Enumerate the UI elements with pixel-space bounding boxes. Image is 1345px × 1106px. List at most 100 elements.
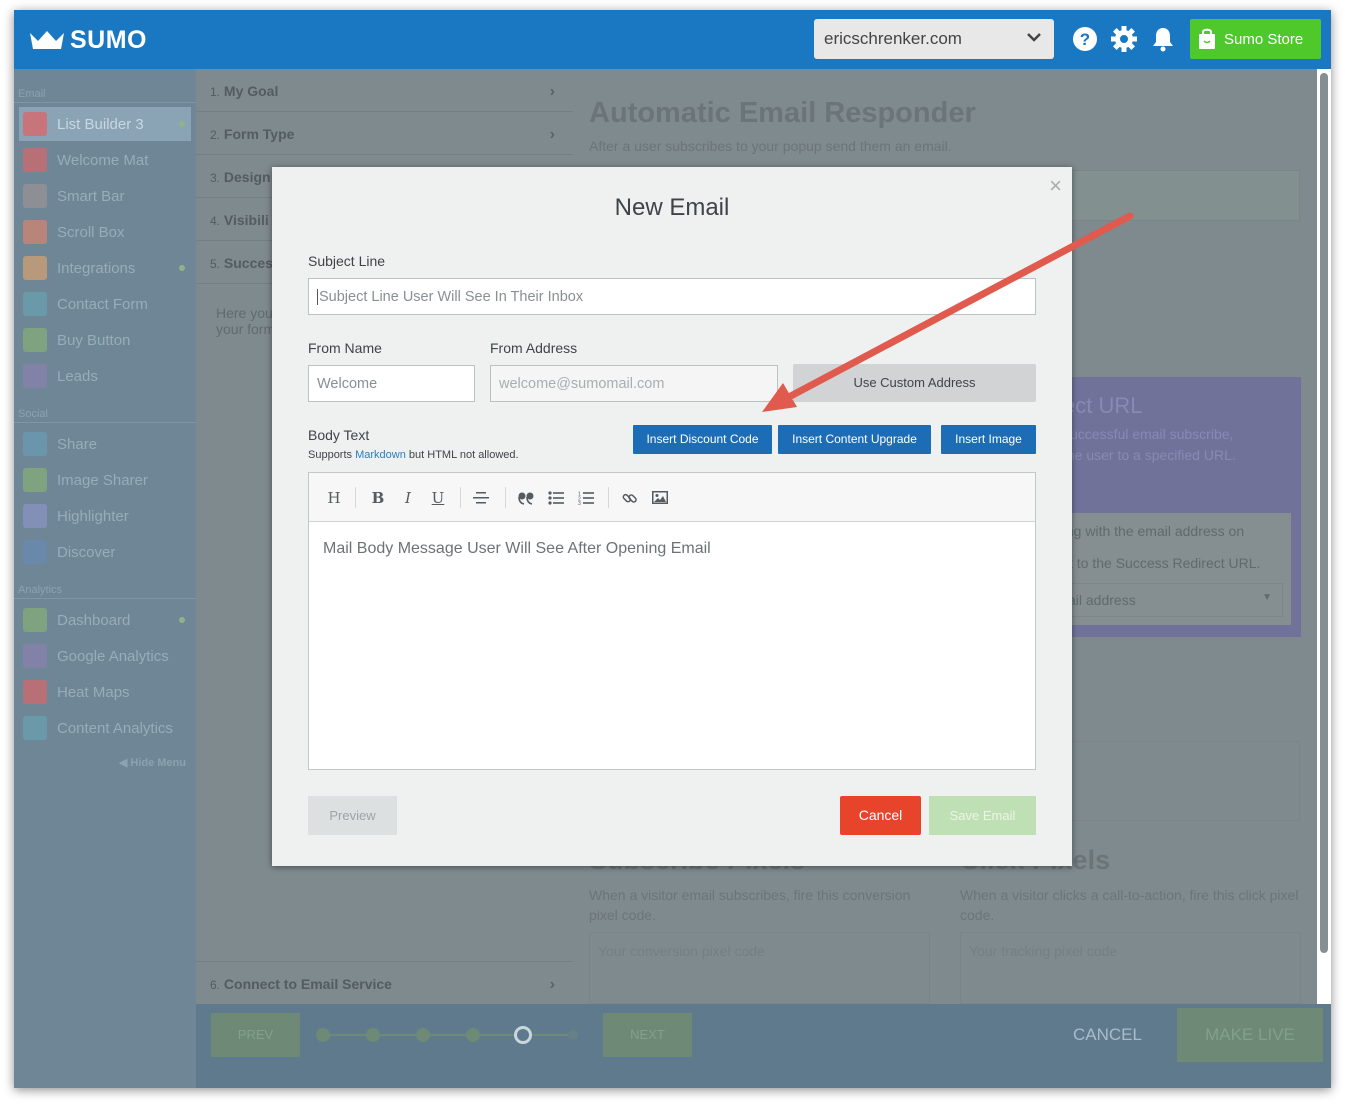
sidebar-item-smart-bar[interactable]: Smart Bar [19,179,191,213]
progress-step-current [514,1026,532,1044]
step-form-type[interactable]: 2. Form Type › [196,112,573,155]
sidebar-item-label: Content Analytics [57,719,173,737]
insert-content-upgrade-button[interactable]: Insert Content Upgrade [778,425,931,454]
sidebar-item-content-analytics[interactable]: Content Analytics [19,711,191,745]
conversion-pixel-input[interactable]: Your conversion pixel code [589,932,930,1004]
strikethrough-icon[interactable] [473,491,489,505]
step-number: 3. [210,171,221,185]
chevron-right-icon: › [549,126,555,143]
body-editor[interactable]: H B I U 123 Mail Body Message User Will … [308,472,1036,770]
hide-menu-link[interactable]: ◀ Hide Menu [119,756,186,769]
redirect-param-select[interactable]: ail address ▼ [1057,583,1283,617]
insert-discount-code-button[interactable]: Insert Discount Code [633,425,772,454]
subscribe-pixels-desc: When a visitor email subscribes, fire th… [589,887,911,923]
sidebar-item-label: Dashboard [57,611,131,629]
step-number: 5. [210,257,221,271]
prev-button[interactable]: PREV [211,1013,300,1057]
divider [14,598,196,599]
sidebar-item-welcome-mat[interactable]: Welcome Mat [19,143,191,177]
sumo-store-button[interactable]: Sumo Store [1190,19,1321,59]
sidebar-item-leads[interactable]: Leads [19,359,191,393]
from-name-input[interactable]: Welcome [308,365,475,402]
click-pixels-desc: When a visitor clicks a call-to-action, … [960,887,1299,923]
insert-image-button[interactable]: Insert Image [941,425,1036,454]
help-icon[interactable]: ? [1071,24,1099,54]
divider [460,487,461,508]
sidebar-item-label: List Builder 3 [57,115,144,133]
markdown-link[interactable]: Markdown [355,449,406,461]
leads-icon [23,364,47,388]
sidebar-item-buy-button[interactable]: Buy Button [19,323,191,357]
redirect-option-text: ning with the email address on [1055,523,1245,539]
sidebar-item-image-sharer[interactable]: Image Sharer [19,463,191,497]
next-button[interactable]: NEXT [603,1013,692,1057]
sumo-logo[interactable]: SUMO [28,24,147,56]
quote-icon[interactable] [518,491,534,505]
hide-menu-label: Hide Menu [130,757,186,769]
page-title: Automatic Email Responder [589,97,976,129]
store-label: Sumo Store [1224,30,1304,48]
step-number: 4. [210,214,221,228]
progress-step [568,1030,578,1040]
sidebar-item-scroll-box[interactable]: Scroll Box [19,215,191,249]
progress-track [322,1034,572,1036]
sidebar-item-label: Leads [57,367,98,385]
tracking-pixel-input[interactable]: Your tracking pixel code [960,932,1301,1004]
sidebar-item-share[interactable]: Share [19,427,191,461]
use-custom-address-button[interactable]: Use Custom Address [793,364,1036,402]
sidebar-item-heat-maps[interactable]: Heat Maps [19,675,191,709]
scroll-box-icon [23,220,47,244]
step-my-goal[interactable]: 1. My Goal › [196,69,573,112]
underline-button[interactable]: U [428,489,448,507]
sidebar-item-google-analytics[interactable]: Google Analytics [19,639,191,673]
italic-button[interactable]: I [398,489,418,507]
step-number: 6. [210,978,221,992]
sidebar-item-integrations[interactable]: Integrations [19,251,191,285]
redirect-title: ect URL [1063,393,1143,418]
subject-input[interactable]: Subject Line User Will See In Their Inbo… [308,278,1036,315]
sidebar-item-label: Discover [57,543,116,561]
image-icon[interactable] [652,491,668,504]
sidebar-item-label: Contact Form [57,295,148,313]
discover-icon [23,540,47,564]
bold-button[interactable]: B [368,489,388,507]
sidebar-item-label: Buy Button [57,331,131,349]
divider [505,487,506,508]
crown-icon [30,31,64,49]
gear-icon[interactable] [1110,24,1138,54]
link-icon[interactable] [622,491,637,506]
bullet-list-icon[interactable] [548,491,564,505]
from-address-input[interactable]: welcome@sumomail.com [490,365,778,402]
sidebar-item-dashboard[interactable]: Dashboard [19,603,191,637]
step-number: 2. [210,128,221,142]
make-live-button[interactable]: MAKE LIVE [1177,1008,1323,1062]
bottom-cancel-button[interactable]: CANCEL [1073,1025,1142,1045]
google-analytics-icon [23,644,47,668]
bell-icon[interactable] [1149,24,1177,54]
svg-text:?: ? [1080,30,1090,49]
cancel-button[interactable]: Cancel [840,796,921,835]
numbered-list-icon[interactable]: 123 [578,491,594,505]
status-dot [179,265,185,271]
sidebar-item-label: Scroll Box [57,223,125,241]
sidebar-item-list-builder[interactable]: List Builder 3 [19,107,191,141]
sidebar-section-label: Social [18,408,48,420]
sidebar-item-label: Google Analytics [57,647,169,665]
sidebar-item-discover[interactable]: Discover [19,535,191,569]
sidebar-item-contact-form[interactable]: Contact Form [19,287,191,321]
save-email-button[interactable]: Save Email [929,796,1036,835]
preview-button[interactable]: Preview [308,796,397,835]
step-number: 1. [210,85,221,99]
redirect-text: successful email subscribe, [1063,426,1234,442]
sidebar-section-label: Email [18,88,46,100]
buy-button-icon [23,328,47,352]
step-connect-email[interactable]: 6. Connect to Email Service › [196,961,573,1004]
content-analytics-icon [23,716,47,740]
status-dot [179,617,185,623]
divider [14,422,196,423]
heading-button[interactable]: H [324,489,344,507]
step-label: Succes [223,255,273,271]
site-select[interactable]: ericschrenker.com [814,19,1054,59]
sidebar-item-highlighter[interactable]: Highlighter [19,499,191,533]
scrollbar[interactable] [1320,73,1328,953]
